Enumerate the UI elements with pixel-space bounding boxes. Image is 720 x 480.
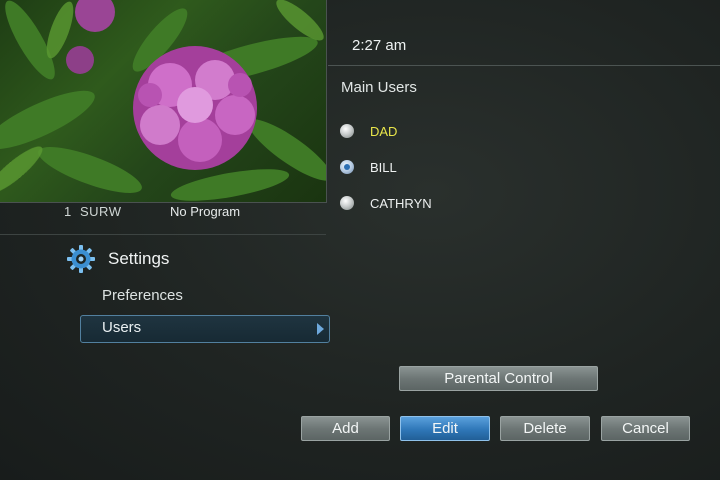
user-label: CATHRYN xyxy=(370,195,432,211)
user-label: BILL xyxy=(370,159,397,175)
divider xyxy=(328,65,720,66)
gear-icon xyxy=(67,245,95,273)
user-label: DAD xyxy=(370,123,398,139)
menu-item-label: Users xyxy=(102,319,142,336)
radio-button[interactable] xyxy=(340,196,354,210)
clock: 2:27 am xyxy=(352,37,407,54)
edit-button[interactable]: Edit xyxy=(400,416,490,441)
channel-number: 1 xyxy=(64,204,72,219)
users-panel-title: Main Users xyxy=(341,79,417,96)
menu-item-preferences[interactable]: Preferences xyxy=(102,287,183,304)
menu-item-users[interactable]: Users xyxy=(80,315,330,343)
flower-image xyxy=(0,0,326,201)
user-option-cathryn[interactable]: CATHRYN xyxy=(340,192,432,214)
channel-info-bar xyxy=(0,202,326,235)
parental-control-button[interactable]: Parental Control xyxy=(399,366,598,391)
radio-button[interactable] xyxy=(340,124,354,138)
radio-button-selected[interactable] xyxy=(340,160,354,174)
user-option-dad[interactable]: DAD xyxy=(340,120,397,142)
chevron-right-icon xyxy=(317,323,324,335)
settings-header: Settings xyxy=(66,244,169,274)
delete-button[interactable]: Delete xyxy=(500,416,590,441)
user-option-bill[interactable]: BILL xyxy=(340,156,397,178)
cancel-button[interactable]: Cancel xyxy=(601,416,690,441)
channel-name: SURW xyxy=(80,204,122,219)
settings-title: Settings xyxy=(108,249,170,268)
program-title: No Program xyxy=(170,204,241,219)
add-button[interactable]: Add xyxy=(301,416,390,441)
video-preview xyxy=(0,0,327,203)
